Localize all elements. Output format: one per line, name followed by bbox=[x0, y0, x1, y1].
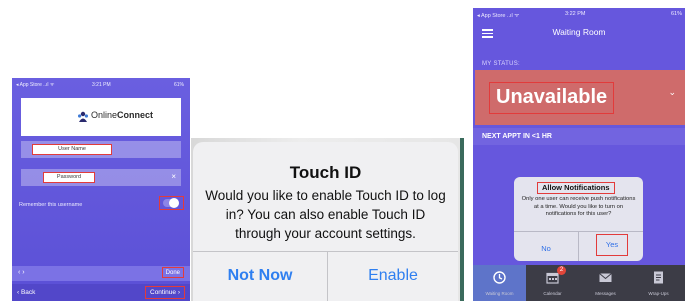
my-status-label: MY STATUS: bbox=[482, 61, 521, 67]
status-battery: 61% bbox=[670, 11, 682, 17]
next-appt-band: NEXT APPT IN <1 HR bbox=[473, 128, 685, 145]
notes-icon bbox=[654, 271, 663, 284]
status-selector[interactable]: Unavailable ⌄ bbox=[475, 70, 685, 125]
no-button[interactable]: No bbox=[514, 244, 578, 253]
toggle-knob bbox=[169, 198, 179, 208]
password-field[interactable]: Password × bbox=[21, 169, 181, 186]
tab-calendar[interactable]: 2 Calendar bbox=[526, 265, 579, 301]
mail-icon bbox=[599, 273, 612, 282]
touch-id-dialog: Touch ID Would you like to enable Touch … bbox=[193, 142, 458, 301]
tab-bar: Waiting Room 2 Calendar Messages Wrap-Up… bbox=[473, 265, 685, 301]
alert-message: Only one user can receive push notificat… bbox=[521, 196, 636, 217]
field-nav-arrows[interactable]: ‹ › bbox=[18, 269, 25, 276]
chevron-down-icon: ⌄ bbox=[668, 87, 676, 97]
page-title: Waiting Room bbox=[552, 27, 606, 37]
alert-title: Allow Notifications bbox=[537, 182, 615, 194]
back-button[interactable]: ‹ Back bbox=[17, 289, 35, 296]
remember-username-toggle[interactable] bbox=[159, 196, 184, 210]
status-battery: 61% bbox=[173, 82, 184, 88]
toggle-track bbox=[163, 198, 179, 208]
done-button[interactable]: Done bbox=[161, 267, 184, 278]
dialog-title: Touch ID bbox=[289, 163, 362, 182]
remember-username-label: Remember this username bbox=[19, 202, 83, 208]
status-carrier: ◂ App Store ..ıl ᯤ bbox=[16, 82, 55, 88]
next-appt-label: NEXT APPT IN <1 HR bbox=[482, 133, 552, 140]
continue-button[interactable]: Continue › bbox=[145, 286, 185, 299]
password-label: Password bbox=[43, 172, 95, 183]
people-icon bbox=[78, 111, 88, 122]
tab-messages[interactable]: Messages bbox=[579, 265, 632, 301]
tab-label: Calendar bbox=[543, 291, 562, 296]
status-time: 3:21 PM bbox=[92, 82, 111, 88]
tab-wrap-ups[interactable]: Wrap-Ups bbox=[632, 265, 685, 301]
tab-waiting-room[interactable]: Waiting Room bbox=[473, 265, 526, 301]
keyboard-toolbar: ‹ › Done bbox=[12, 266, 190, 281]
enable-button[interactable]: Enable bbox=[328, 267, 458, 285]
dialog-divider bbox=[193, 251, 458, 252]
calendar-badge: 2 bbox=[557, 266, 566, 275]
username-label: User Name bbox=[32, 144, 112, 155]
alert-button-divider bbox=[578, 231, 579, 261]
waiting-room-screen: ◂ App Store ..ıl ᯤ 3:22 PM 61% Waiting R… bbox=[473, 8, 685, 301]
tab-label: Wrap-Ups bbox=[648, 291, 669, 296]
username-field[interactable]: User Name bbox=[21, 141, 181, 158]
logo-text: OnlineConnect bbox=[91, 110, 154, 120]
status-value: Unavailable bbox=[489, 82, 615, 114]
dialog-message: Would you like to enable Touch ID to log… bbox=[205, 188, 446, 241]
online-connect-logo: OnlineConnect bbox=[21, 98, 181, 136]
tab-label: Waiting Room bbox=[485, 291, 514, 296]
touch-id-screen: Touch ID Would you like to enable Touch … bbox=[191, 138, 464, 301]
bottom-nav-bar: ‹ Back Continue › bbox=[12, 284, 190, 301]
yes-button[interactable]: Yes bbox=[596, 234, 628, 256]
clock-icon bbox=[493, 271, 506, 284]
status-time: 3:22 PM bbox=[565, 11, 586, 17]
tab-label: Messages bbox=[595, 291, 616, 296]
background-edge bbox=[460, 138, 464, 301]
login-screen: ◂ App Store ..ıl ᯤ 3:21 PM 61% OnlineCon… bbox=[12, 78, 190, 301]
status-bar: ◂ App Store ..ıl ᯤ 3:21 PM 61% bbox=[12, 78, 190, 92]
not-now-button[interactable]: Not Now bbox=[193, 267, 327, 285]
allow-notifications-alert: Allow Notifications Only one user can re… bbox=[514, 177, 643, 261]
clear-icon[interactable]: × bbox=[171, 172, 176, 181]
status-bar: ◂ App Store ..ıl ᯤ 3:22 PM 61% bbox=[473, 8, 685, 20]
status-carrier: ◂ App Store ..ıl ᯤ bbox=[477, 13, 520, 19]
